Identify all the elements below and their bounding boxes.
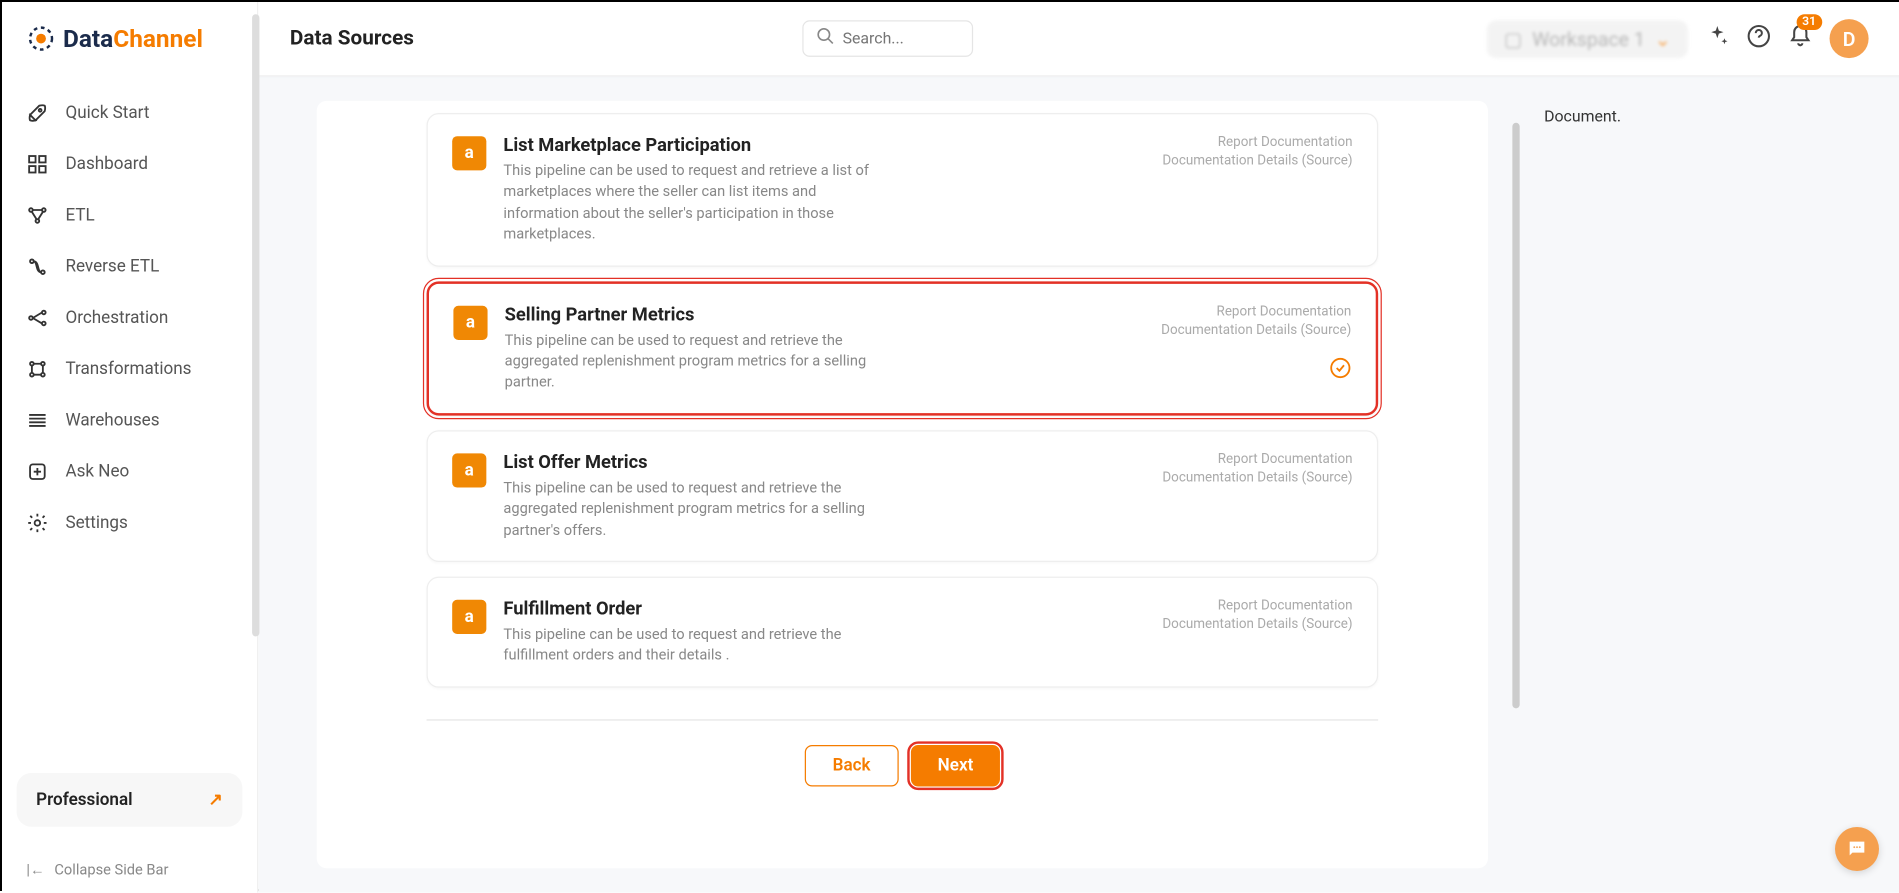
sidebar-item-orchestration[interactable]: Orchestration	[2, 292, 257, 343]
card-title: Fulfillment Order	[503, 597, 1145, 619]
back-button[interactable]: Back	[805, 745, 899, 786]
card-desc: This pipeline can be used to request and…	[503, 477, 869, 541]
collapse-sidebar-button[interactable]: |← Collapse Side Bar	[2, 846, 257, 892]
card-title: List Marketplace Participation	[503, 134, 1145, 156]
logo[interactable]: DataChannel	[2, 2, 257, 80]
doc-details-link[interactable]: Documentation Details (Source)	[1162, 469, 1352, 485]
search-icon	[816, 26, 836, 50]
report-doc-link[interactable]: Report Documentation	[1218, 134, 1353, 150]
avatar[interactable]: D	[1830, 19, 1869, 58]
pipeline-card[interactable]: a Fulfillment Order This pipeline can be…	[427, 577, 1379, 688]
notifications-button[interactable]: 31	[1788, 24, 1812, 53]
plan-label: Professional	[36, 790, 132, 810]
pipeline-card[interactable]: a List Offer Metrics This pipeline can b…	[427, 430, 1379, 562]
sidebar-item-quick-start[interactable]: Quick Start	[2, 87, 257, 138]
nav-label: Orchestration	[65, 308, 168, 328]
search-field[interactable]	[843, 29, 953, 47]
warehouse-icon	[26, 409, 48, 431]
content: a List Marketplace Participation This pi…	[258, 76, 1899, 892]
divider	[427, 719, 1379, 720]
reverse-etl-icon	[26, 256, 48, 278]
nav-label: Transformations	[65, 359, 191, 379]
collapse-label: Collapse Side Bar	[54, 861, 168, 878]
card-title: List Offer Metrics	[503, 451, 1145, 473]
card-desc: This pipeline can be used to request and…	[503, 161, 869, 246]
wizard-buttons: Back Next	[805, 745, 1001, 786]
sidebar: DataChannel Quick Start Dashboard ETL Re…	[2, 2, 258, 893]
amazon-icon: a	[453, 305, 487, 339]
transformations-icon	[26, 358, 48, 380]
pipeline-card[interactable]: a Selling Partner Metrics This pipeline …	[427, 281, 1379, 415]
amazon-icon: a	[452, 600, 486, 634]
logo-text: DataChannel	[63, 24, 203, 53]
amazon-icon: a	[452, 453, 486, 487]
rocket-icon	[26, 102, 48, 124]
page-title: Data Sources	[290, 26, 461, 50]
content-scrollbar[interactable]	[1512, 123, 1519, 709]
report-doc-link[interactable]: Report Documentation	[1218, 451, 1353, 467]
next-button[interactable]: Next	[911, 745, 1000, 786]
nav-label: Dashboard	[65, 155, 148, 175]
nav: Quick Start Dashboard ETL Reverse ETL Or…	[2, 80, 257, 773]
card-desc: This pipeline can be used to request and…	[503, 624, 869, 666]
doc-details-link[interactable]: Documentation Details (Source)	[1162, 152, 1352, 168]
sidebar-item-ask-neo[interactable]: Ask Neo	[2, 446, 257, 497]
report-doc-link[interactable]: Report Documentation	[1218, 597, 1353, 613]
sidebar-item-transformations[interactable]: Transformations	[2, 344, 257, 395]
nav-label: Reverse ETL	[65, 257, 159, 277]
etl-icon	[26, 205, 48, 227]
right-panel: Document.	[1544, 101, 1800, 868]
sidebar-scrollbar[interactable]	[252, 14, 259, 636]
logo-icon	[26, 24, 55, 53]
nav-label: ETL	[65, 206, 94, 226]
sparkle-icon[interactable]	[1705, 24, 1729, 53]
doc-details-link[interactable]: Documentation Details (Source)	[1161, 321, 1351, 337]
sidebar-item-settings[interactable]: Settings	[2, 497, 257, 548]
dashboard-icon	[26, 153, 48, 175]
orchestration-icon	[26, 307, 48, 329]
nav-label: Quick Start	[65, 103, 149, 123]
nav-label: Ask Neo	[65, 462, 129, 482]
card-title: Selling Partner Metrics	[505, 303, 1144, 325]
report-doc-link[interactable]: Report Documentation	[1217, 303, 1352, 319]
card-desc: This pipeline can be used to request and…	[505, 330, 871, 394]
collapse-icon: |←	[26, 861, 44, 878]
sidebar-item-dashboard[interactable]: Dashboard	[2, 139, 257, 190]
help-icon[interactable]	[1747, 24, 1771, 53]
main: Data Sources ▢ Workspace 1 ⌄ 31	[258, 2, 1899, 893]
check-icon	[1329, 356, 1351, 382]
pipeline-cards: a List Marketplace Participation This pi…	[427, 101, 1379, 687]
chevron-down-icon: ⌄	[1655, 27, 1671, 50]
search-input[interactable]	[802, 20, 973, 57]
sidebar-item-warehouses[interactable]: Warehouses	[2, 395, 257, 446]
pipeline-card[interactable]: a List Marketplace Participation This pi…	[427, 113, 1379, 266]
sidebar-item-etl[interactable]: ETL	[2, 190, 257, 241]
briefcase-icon: ▢	[1504, 27, 1522, 50]
topbar: Data Sources ▢ Workspace 1 ⌄ 31	[258, 2, 1899, 76]
amazon-icon: a	[452, 136, 486, 170]
nav-label: Settings	[65, 513, 127, 533]
workspace-selector[interactable]: ▢ Workspace 1 ⌄	[1487, 20, 1688, 58]
plan-card[interactable]: Professional ↗	[17, 773, 243, 827]
pipeline-list-panel: a List Marketplace Participation This pi…	[317, 101, 1488, 868]
workspace-label: Workspace 1	[1532, 27, 1645, 50]
ask-neo-icon	[26, 461, 48, 483]
doc-details-link[interactable]: Documentation Details (Source)	[1162, 616, 1352, 632]
gear-icon	[26, 512, 48, 534]
sidebar-item-reverse-etl[interactable]: Reverse ETL	[2, 241, 257, 292]
nav-label: Warehouses	[65, 411, 159, 431]
chat-bubble-button[interactable]	[1835, 827, 1879, 871]
notification-badge: 31	[1796, 14, 1822, 30]
document-label: Document.	[1544, 108, 1800, 126]
external-link-icon: ↗	[209, 790, 223, 810]
